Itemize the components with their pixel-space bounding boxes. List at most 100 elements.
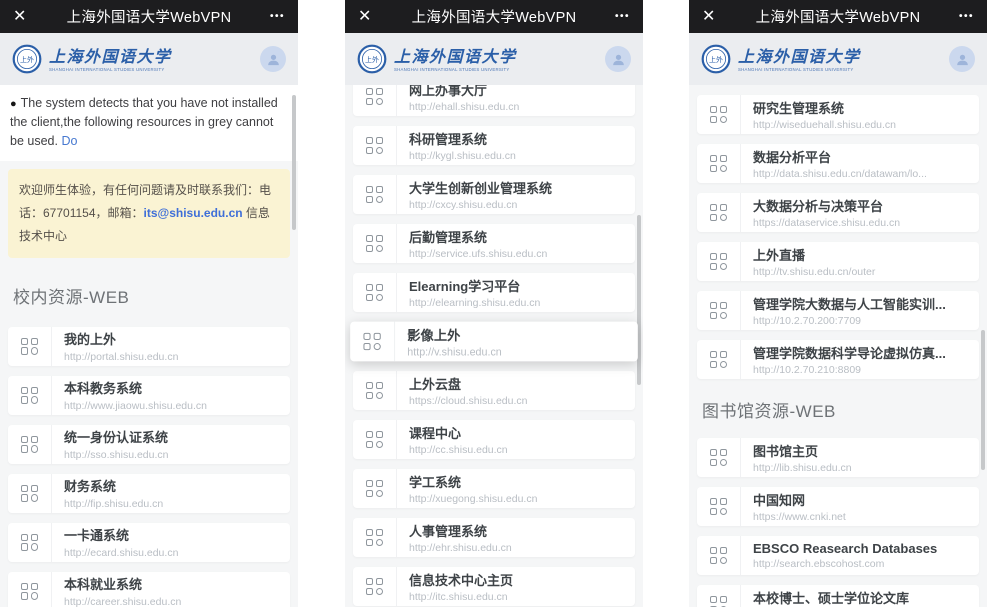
- apps-grid-icon: [353, 567, 397, 606]
- resource-card-text: 统一身份认证系统 http://sso.shisu.edu.cn: [52, 425, 290, 464]
- resource-card-text: 上外直播 http://tv.shisu.edu.cn/outer: [741, 242, 979, 281]
- notice-text: The system detects that you have not ins…: [10, 96, 278, 148]
- resource-card[interactable]: 研究生管理系统 http://wiseduehall.shisu.edu.cn: [697, 95, 979, 134]
- close-icon[interactable]: ✕: [358, 9, 371, 25]
- resource-card[interactable]: 中国知网 https://www.cnki.net: [697, 487, 979, 526]
- resource-card[interactable]: 影像上外 http://v.shisu.edu.cn: [350, 322, 638, 362]
- apps-grid-icon: [8, 523, 52, 562]
- resource-card[interactable]: 科研管理系统 http://kygl.shisu.edu.cn: [353, 126, 635, 165]
- resource-card[interactable]: 统一身份认证系统 http://sso.shisu.edu.cn: [8, 425, 290, 464]
- resource-url: http://10.2.70.200:7709: [753, 315, 979, 327]
- resource-url: https://dataservice.shisu.edu.cn: [753, 217, 979, 229]
- resource-card[interactable]: 网上办事大厅 http://ehall.shisu.edu.cn: [353, 85, 635, 116]
- resource-url: http://sso.shisu.edu.cn: [64, 449, 290, 461]
- resource-title: 一卡通系统: [64, 525, 290, 544]
- resource-card-text: 财务系统 http://fip.shisu.edu.cn: [52, 474, 290, 513]
- client-notice: ●The system detects that you have not in…: [0, 85, 298, 161]
- resource-card[interactable]: 一卡通系统 http://ecard.shisu.edu.cn: [8, 523, 290, 562]
- resource-url: http://search.ebscohost.com: [753, 558, 979, 570]
- page-content: ●The system detects that you have not in…: [0, 85, 298, 607]
- resource-card[interactable]: 数据分析平台 http://data.shisu.edu.cn/datawam/…: [697, 144, 979, 183]
- resource-card[interactable]: 上外直播 http://tv.shisu.edu.cn/outer: [697, 242, 979, 281]
- apps-grid-icon: [697, 95, 741, 134]
- resource-url: https://cloud.shisu.edu.cn: [409, 395, 635, 407]
- resource-card[interactable]: 本科教务系统 http://www.jiaowu.shisu.edu.cn: [8, 376, 290, 415]
- resource-card[interactable]: Elearning学习平台 http://elearning.shisu.edu…: [353, 273, 635, 312]
- resource-card[interactable]: 图书馆主页 http://lib.shisu.edu.cn: [697, 438, 979, 477]
- resource-card[interactable]: 本科就业系统 http://career.shisu.edu.cn: [8, 572, 290, 607]
- resource-title: 影像上外: [407, 324, 638, 343]
- resource-card[interactable]: 信息技术中心主页 http://itc.shisu.edu.cn: [353, 567, 635, 606]
- titlebar: ✕ 上海外国语大学WebVPN •••: [345, 0, 643, 33]
- avatar[interactable]: [949, 46, 975, 72]
- apps-grid-icon: [353, 518, 397, 557]
- resource-url: http://tv.shisu.edu.cn/outer: [753, 266, 979, 278]
- resource-card-text: 大学生创新创业管理系统 http://cxcy.shisu.edu.cn: [397, 175, 635, 214]
- apps-grid-icon: [353, 469, 397, 508]
- email-link[interactable]: its@shisu.edu.cn: [144, 206, 243, 220]
- university-wordmark: 上海外国语大学 SHANGHAI INTERNATIONAL STUDIES U…: [394, 43, 580, 75]
- resource-card-text: 大数据分析与决策平台 https://dataservice.shisu.edu…: [741, 193, 979, 232]
- university-name-zh: 上海外国语大学: [49, 43, 235, 67]
- close-icon[interactable]: ✕: [702, 9, 715, 25]
- resource-card[interactable]: 我的上外 http://portal.shisu.edu.cn: [8, 327, 290, 366]
- resource-card[interactable]: 课程中心 http://cc.shisu.edu.cn: [353, 420, 635, 459]
- resource-card[interactable]: 财务系统 http://fip.shisu.edu.cn: [8, 474, 290, 513]
- resource-url: http://www.jiaowu.shisu.edu.cn: [64, 400, 290, 412]
- resource-url: http://xuegong.shisu.edu.cn: [409, 493, 635, 505]
- resource-title: 我的上外: [64, 329, 290, 348]
- resource-card[interactable]: 人事管理系统 http://ehr.shisu.edu.cn: [353, 518, 635, 557]
- apps-grid-icon: [353, 126, 397, 165]
- resource-title: 科研管理系统: [409, 129, 635, 148]
- status-dot-icon: ●: [10, 98, 17, 110]
- resource-url: http://data.shisu.edu.cn/datawam/lo...: [753, 168, 979, 180]
- screenshot-collage: ✕ 上海外国语大学WebVPN ••• 上外 上海外国语大学 SHANGHAI …: [0, 0, 987, 610]
- svg-text:上外: 上外: [709, 55, 723, 64]
- resource-url: https://www.cnki.net: [753, 511, 979, 523]
- resource-card[interactable]: 本校博士、硕士学位论文库 http://202.121.96.136:8800: [697, 585, 979, 607]
- resource-card[interactable]: 大学生创新创业管理系统 http://cxcy.shisu.edu.cn: [353, 175, 635, 214]
- page-content: 研究生管理系统 http://wiseduehall.shisu.edu.cn …: [689, 85, 987, 607]
- section-title-library-web: 图书馆资源-WEB: [702, 397, 974, 422]
- more-menu-icon[interactable]: •••: [615, 11, 630, 22]
- resource-title: 上外直播: [753, 245, 979, 264]
- resource-title: 图书馆主页: [753, 441, 979, 460]
- resource-url: http://ehr.shisu.edu.cn: [409, 542, 635, 554]
- titlebar: ✕ 上海外国语大学WebVPN •••: [689, 0, 987, 33]
- resource-card-text: 人事管理系统 http://ehr.shisu.edu.cn: [397, 518, 635, 557]
- resource-url: http://v.shisu.edu.cn: [407, 346, 638, 358]
- scrollbar-thumb[interactable]: [292, 95, 296, 230]
- resource-url: http://portal.shisu.edu.cn: [64, 351, 290, 363]
- avatar[interactable]: [260, 46, 286, 72]
- resource-url: http://career.shisu.edu.cn: [64, 596, 290, 607]
- resource-card[interactable]: 管理学院大数据与人工智能实训... http://10.2.70.200:770…: [697, 291, 979, 330]
- more-menu-icon[interactable]: •••: [959, 11, 974, 22]
- resource-card[interactable]: 上外云盘 https://cloud.shisu.edu.cn: [353, 371, 635, 410]
- resource-url: http://kygl.shisu.edu.cn: [409, 150, 635, 162]
- phone-screen-3: ✕ 上海外国语大学WebVPN ••• 上外 上海外国语大学 SHANGHAI …: [689, 0, 987, 607]
- page-title: 上海外国语大学WebVPN: [345, 6, 643, 27]
- resource-card[interactable]: 管理学院数据科学导论虚拟仿真... http://10.2.70.210:880…: [697, 340, 979, 379]
- scrollbar-thumb[interactable]: [981, 330, 985, 470]
- resource-title: 网上办事大厅: [409, 85, 635, 99]
- resource-card-text: 网上办事大厅 http://ehall.shisu.edu.cn: [397, 85, 635, 116]
- apps-grid-icon: [353, 273, 397, 312]
- apps-grid-icon: [697, 438, 741, 477]
- resource-card[interactable]: 后勤管理系统 http://service.ufs.shisu.edu.cn: [353, 224, 635, 263]
- resource-title: EBSCO Reasearch Databases: [753, 541, 979, 556]
- apps-grid-icon: [8, 376, 52, 415]
- resource-title: 本科就业系统: [64, 574, 290, 593]
- resource-card[interactable]: EBSCO Reasearch Databases http://search.…: [697, 536, 979, 575]
- avatar[interactable]: [605, 46, 631, 72]
- download-link[interactable]: Do: [61, 134, 77, 148]
- university-wordmark: 上海外国语大学 SHANGHAI INTERNATIONAL STUDIES U…: [738, 43, 924, 75]
- apps-grid-icon: [697, 291, 741, 330]
- more-menu-icon[interactable]: •••: [270, 11, 285, 22]
- resource-card[interactable]: 学工系统 http://xuegong.shisu.edu.cn: [353, 469, 635, 508]
- university-name-en: SHANGHAI INTERNATIONAL STUDIES UNIVERSIT…: [394, 68, 510, 72]
- close-icon[interactable]: ✕: [13, 9, 26, 25]
- resource-title: 本科教务系统: [64, 378, 290, 397]
- apps-grid-icon: [353, 224, 397, 263]
- resource-card-text: 本科就业系统 http://career.shisu.edu.cn: [52, 572, 290, 607]
- resource-card[interactable]: 大数据分析与决策平台 https://dataservice.shisu.edu…: [697, 193, 979, 232]
